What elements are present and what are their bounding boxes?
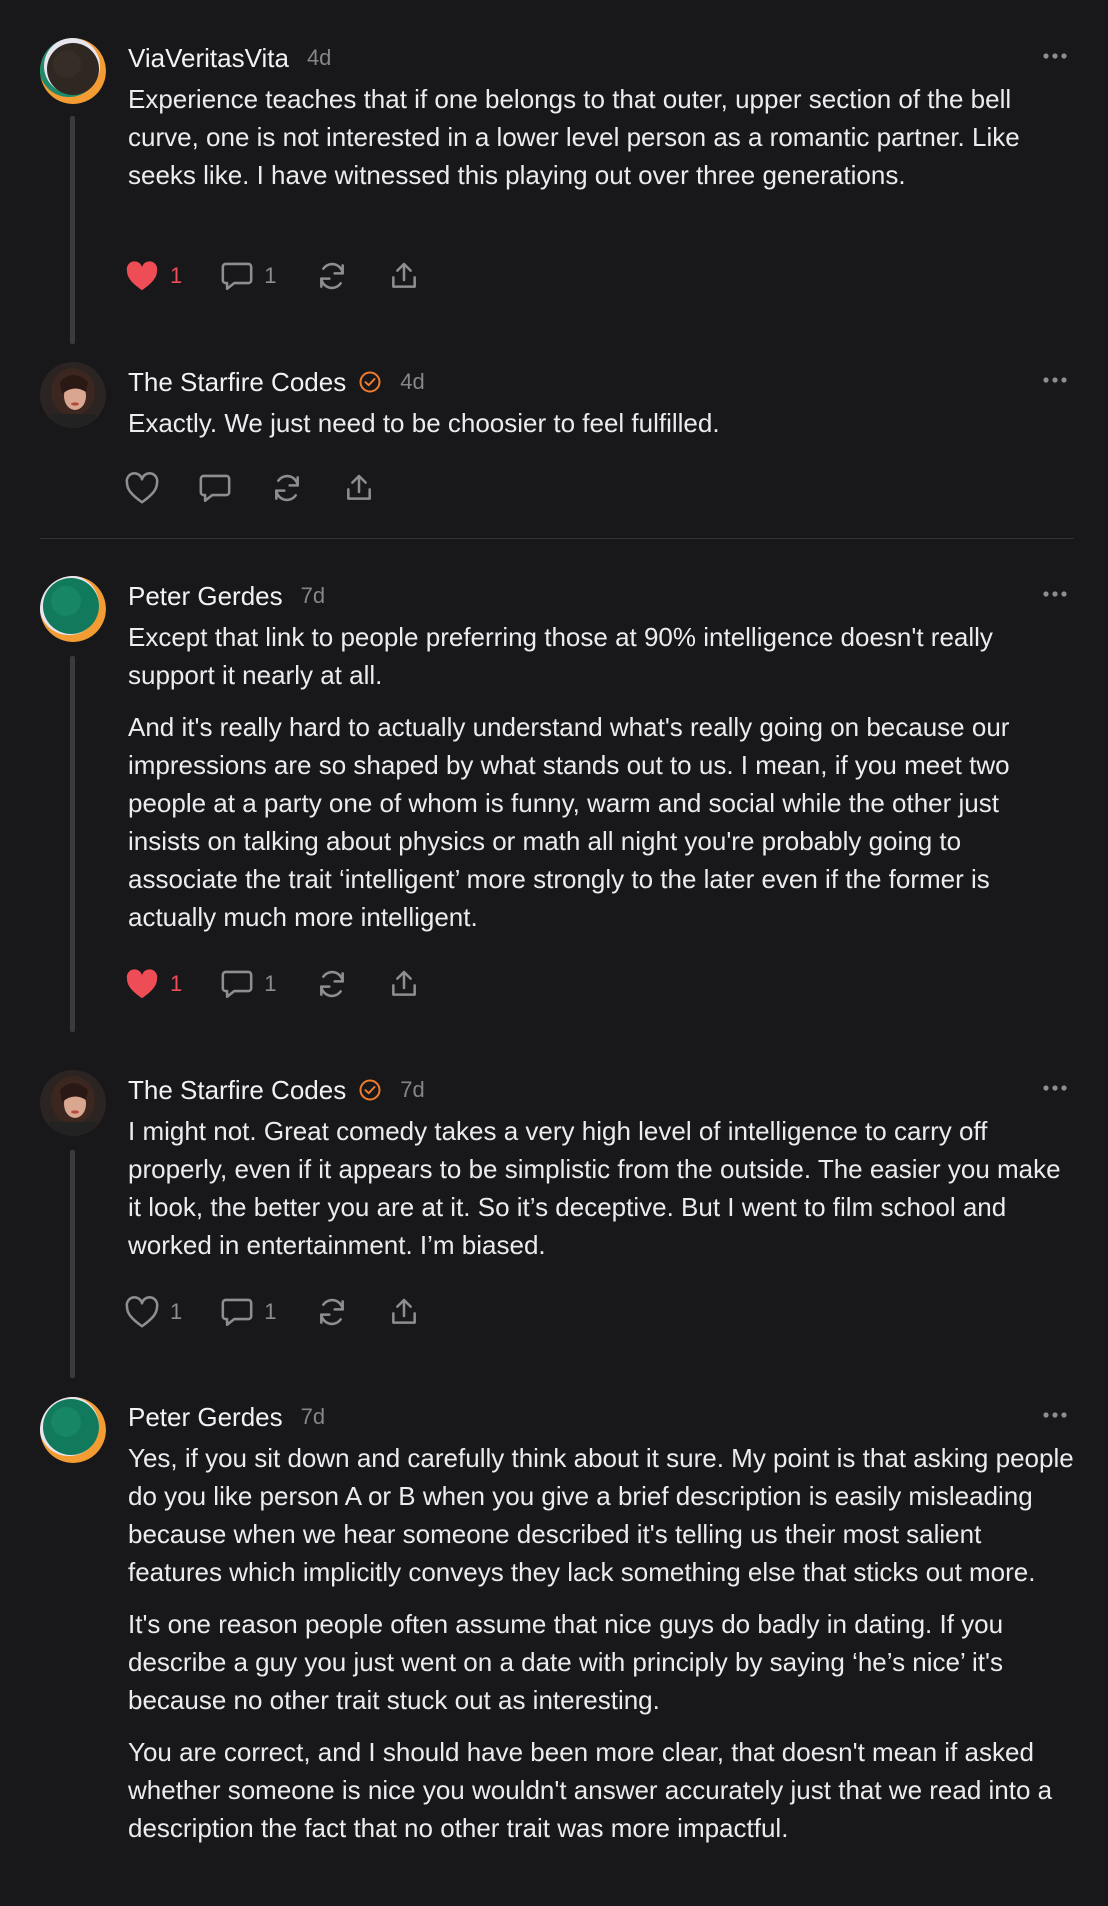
comment-body: I might not. Great comedy takes a very h…	[128, 1112, 1078, 1278]
like-count: 1	[170, 971, 183, 996]
comment-header: ViaVeritasVita 4d	[128, 38, 331, 78]
comment-actions	[124, 468, 414, 508]
comment-body: Except that link to people preferring th…	[128, 618, 1078, 950]
comment-age[interactable]: 7d	[301, 1404, 325, 1430]
avatar[interactable]	[40, 38, 106, 104]
comment-header: Peter Gerdes 7d	[128, 576, 325, 616]
share-button[interactable]	[387, 260, 421, 292]
restack-button[interactable]	[315, 968, 349, 1000]
comment-bubble-icon	[221, 970, 253, 999]
reply-button[interactable]: 1	[220, 1296, 277, 1328]
author-name[interactable]: Peter Gerdes	[128, 1402, 283, 1433]
like-button[interactable]	[124, 471, 160, 505]
comment-age[interactable]: 7d	[301, 583, 325, 609]
avatar[interactable]	[40, 362, 106, 428]
comment-body: Experience teaches that if one belongs t…	[128, 80, 1078, 208]
more-dots-icon[interactable]	[1042, 46, 1068, 66]
avatar[interactable]	[40, 576, 106, 642]
more-dots-icon[interactable]	[1042, 370, 1068, 390]
reply-count: 1	[264, 971, 277, 996]
reply-count: 1	[264, 263, 277, 288]
comment-bubble-icon	[221, 1298, 253, 1327]
thread-line	[70, 656, 75, 1032]
restack-button[interactable]	[315, 260, 349, 292]
restack-button[interactable]	[270, 472, 304, 504]
more-dots-icon[interactable]	[1042, 584, 1068, 604]
comment-paragraph: Exactly. We just need to be choosier to …	[128, 408, 720, 438]
thread-line	[70, 1150, 75, 1378]
share-icon	[391, 1298, 416, 1324]
heart-icon	[126, 261, 158, 291]
avatar[interactable]	[40, 1070, 106, 1136]
comment-body: Exactly. We just need to be choosier to …	[128, 404, 1078, 456]
comment-paragraph: It's one reason people often assume that…	[128, 1609, 1004, 1715]
share-button[interactable]	[342, 472, 376, 504]
restack-icon	[319, 1298, 344, 1326]
restack-button[interactable]	[315, 1296, 349, 1328]
share-button[interactable]	[387, 968, 421, 1000]
share-button[interactable]	[387, 1296, 421, 1328]
comment-actions: 1 1	[124, 1292, 459, 1332]
comment-actions: 1 1	[124, 256, 459, 296]
thread-divider	[40, 538, 1074, 539]
verified-check-icon	[358, 1078, 382, 1102]
comment-age[interactable]: 4d	[307, 45, 331, 71]
like-count: 1	[170, 1299, 183, 1324]
reply-button[interactable]	[198, 472, 232, 504]
reply-button[interactable]: 1	[220, 968, 277, 1000]
reply-count: 1	[264, 1299, 277, 1324]
comment-paragraph: Experience teaches that if one belongs t…	[128, 84, 1020, 190]
heart-icon	[126, 969, 158, 999]
comment-age[interactable]: 7d	[400, 1077, 424, 1103]
share-icon	[391, 262, 416, 288]
comment-paragraph: Yes, if you sit down and carefully think…	[128, 1443, 1074, 1587]
comment-header: The Starfire Codes 4d	[128, 362, 425, 402]
more-dots-icon[interactable]	[1042, 1078, 1068, 1098]
comment-body: Yes, if you sit down and carefully think…	[128, 1439, 1078, 1861]
thread-line	[70, 116, 75, 344]
author-name[interactable]: The Starfire Codes	[128, 367, 346, 398]
restack-icon	[319, 262, 344, 290]
restack-icon	[275, 474, 299, 502]
share-icon	[347, 474, 371, 500]
restack-icon	[319, 970, 344, 998]
more-dots-icon[interactable]	[1042, 1405, 1068, 1425]
like-button[interactable]: 1	[124, 259, 182, 293]
avatar[interactable]	[40, 1397, 106, 1463]
author-name[interactable]: The Starfire Codes	[128, 1075, 346, 1106]
verified-check-icon	[358, 370, 382, 394]
comment-bubble-icon	[221, 262, 253, 291]
heart-icon	[125, 472, 159, 504]
like-button[interactable]: 1	[124, 967, 182, 1001]
comment-paragraph: You are correct, and I should have been …	[128, 1737, 1053, 1843]
comment-bubble-icon	[199, 474, 231, 503]
like-button[interactable]: 1	[124, 1295, 182, 1329]
like-count: 1	[170, 263, 183, 288]
comment-age[interactable]: 4d	[400, 369, 424, 395]
heart-icon	[125, 1296, 159, 1328]
comment-paragraph: And it's really hard to actually underst…	[128, 712, 1010, 932]
comment-paragraph: Except that link to people preferring th…	[128, 622, 993, 690]
comment-actions: 1 1	[124, 964, 459, 1004]
comment-header: Peter Gerdes 7d	[128, 1397, 325, 1437]
reply-button[interactable]: 1	[220, 260, 277, 292]
author-name[interactable]: Peter Gerdes	[128, 581, 283, 612]
author-name[interactable]: ViaVeritasVita	[128, 43, 289, 74]
comment-paragraph: I might not. Great comedy takes a very h…	[128, 1116, 1061, 1260]
share-icon	[391, 970, 416, 996]
comment-header: The Starfire Codes 7d	[128, 1070, 425, 1110]
